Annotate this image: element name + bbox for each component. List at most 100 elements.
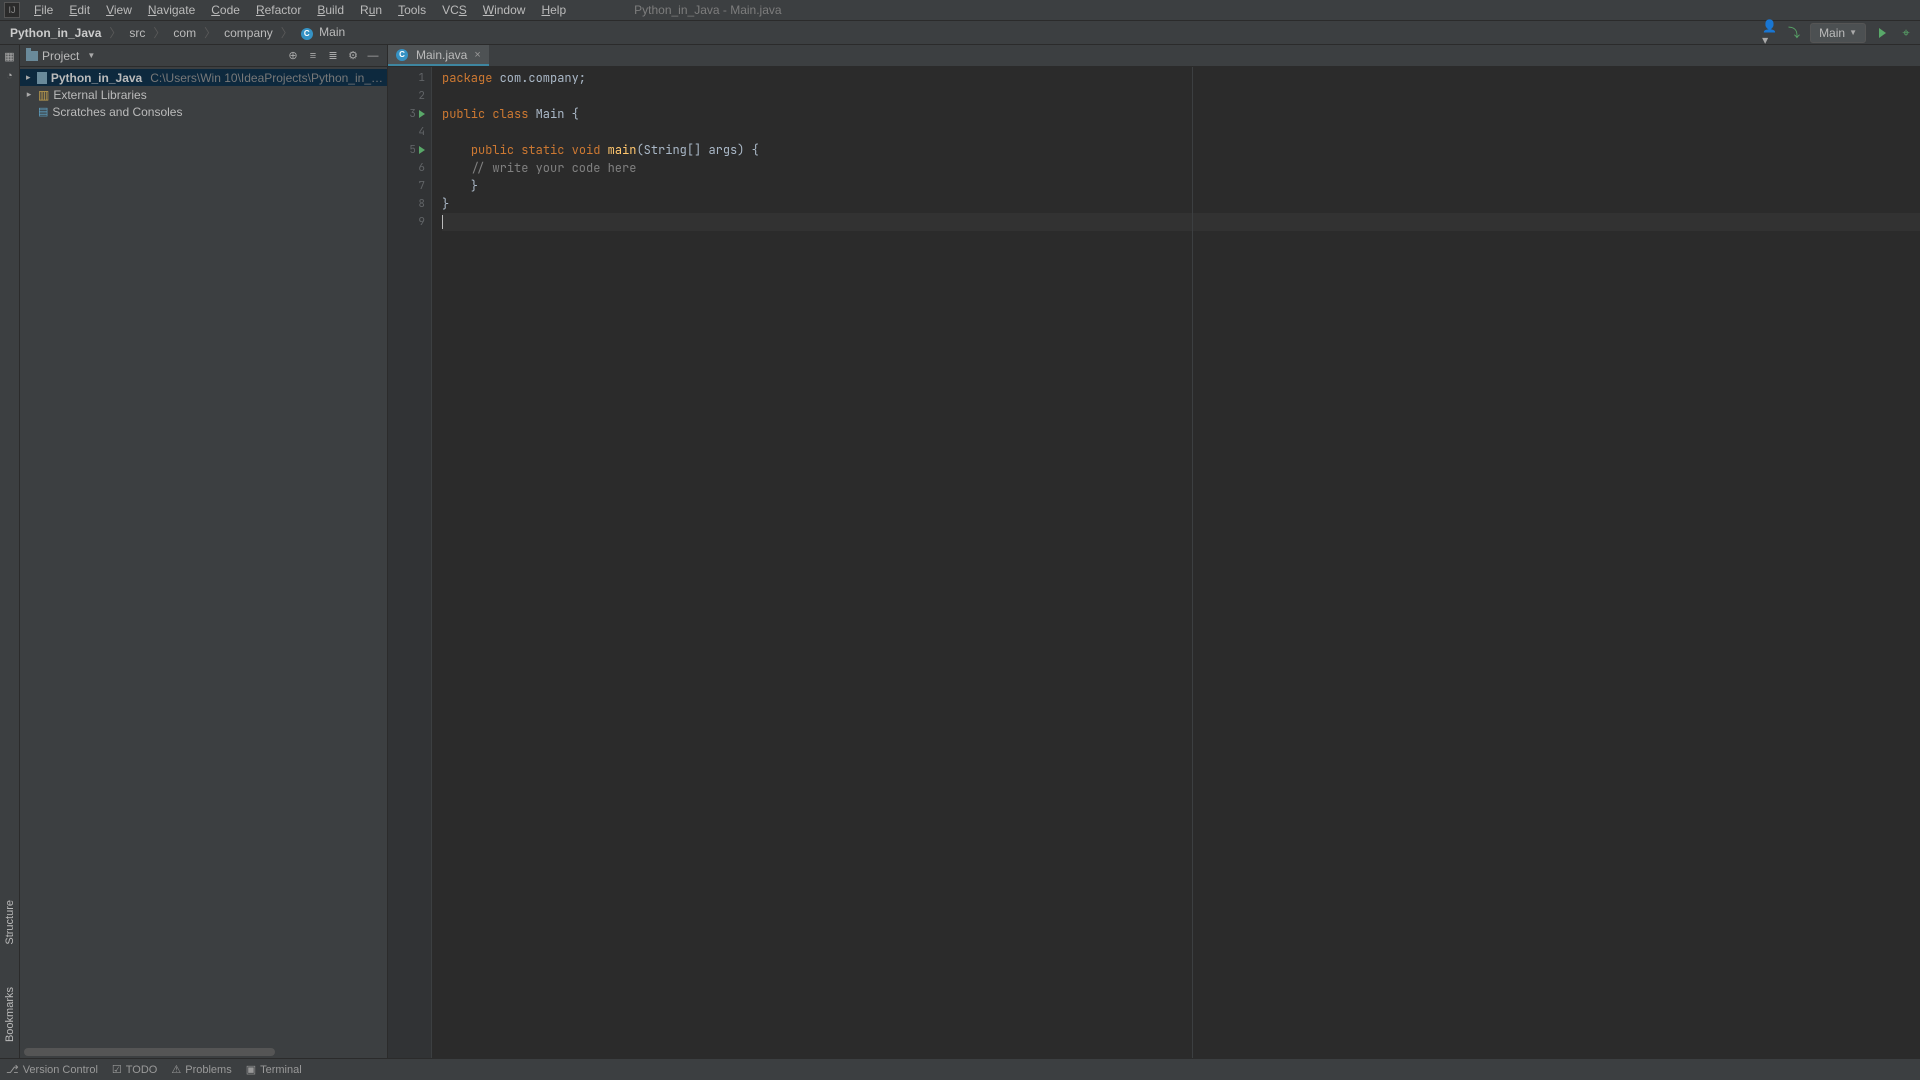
line-number: 1 <box>418 71 425 85</box>
breadcrumb-class-name: Main <box>319 25 345 39</box>
structure-tab[interactable]: Structure <box>2 894 18 951</box>
line-number: 9 <box>418 215 425 229</box>
tree-root[interactable]: ▸ Python_in_Java C:\Users\Win 10\IdeaPro… <box>20 69 387 86</box>
commit-stripe-icon[interactable]: ◔ <box>3 69 17 83</box>
app-logo-icon: IJ <box>4 2 20 18</box>
scratch-icon: ▤ <box>38 105 48 118</box>
line-number: 4 <box>418 125 425 139</box>
bottom-problems[interactable]: ⚠Problems <box>171 1063 231 1076</box>
menu-vcs[interactable]: VCS <box>434 1 475 19</box>
class-icon: C <box>396 49 408 61</box>
line-number: 3 <box>409 107 416 121</box>
menu-tools[interactable]: Tools <box>390 1 434 19</box>
code-token: public class <box>442 106 536 122</box>
menu-view[interactable]: View <box>98 1 140 19</box>
breadcrumb-com[interactable]: com <box>169 24 200 42</box>
build-icon[interactable]: ⤵ <box>1786 25 1802 41</box>
scrollbar-thumb[interactable] <box>24 1048 275 1056</box>
locate-icon[interactable]: ⊕ <box>285 48 301 64</box>
debug-button[interactable]: ⌖ <box>1898 25 1914 41</box>
chevron-down-icon[interactable]: ▼ <box>87 51 95 60</box>
code-token: package <box>442 70 500 86</box>
menu-window[interactable]: Window <box>475 1 534 19</box>
tree-scratches-label: Scratches and Consoles <box>52 105 182 119</box>
bottom-todo-label: TODO <box>126 1064 158 1076</box>
project-tree[interactable]: ▸ Python_in_Java C:\Users\Win 10\IdeaPro… <box>20 67 387 1058</box>
project-tool-window: Project ▼ ⊕ ≡ ≣ ⚙ — ▸ Python_in_Java C:\… <box>20 45 388 1058</box>
code-token: { <box>564 106 578 122</box>
breadcrumb-src[interactable]: src <box>125 24 149 42</box>
menubar: IJ File Edit View Navigate Code Refactor… <box>0 0 1920 21</box>
code-token: // write your code here <box>442 160 636 176</box>
library-icon: ▥ <box>38 88 49 102</box>
bookmarks-tab[interactable]: Bookmarks <box>2 981 18 1048</box>
collapse-all-icon[interactable]: ≣ <box>325 48 341 64</box>
bottom-version-control[interactable]: ⎇Version Control <box>6 1063 98 1076</box>
tree-root-name: Python_in_Java <box>51 71 142 85</box>
code-token: public static void <box>471 142 608 158</box>
run-config-selector[interactable]: Main ▼ <box>1810 23 1866 43</box>
expand-arrow-icon[interactable]: ▸ <box>24 72 33 83</box>
run-button[interactable] <box>1874 25 1890 41</box>
menu-file[interactable]: File <box>26 1 61 19</box>
menu-refactor[interactable]: Refactor <box>248 1 309 19</box>
tree-root-path: C:\Users\Win 10\IdeaProjects\Python_in_… <box>150 71 383 85</box>
hide-icon[interactable]: — <box>365 48 381 64</box>
code-content[interactable]: package com.company; public class Main {… <box>432 67 1920 1058</box>
bottom-todo[interactable]: ☑ TODO <box>112 1063 157 1076</box>
problems-icon: ⚠ <box>171 1063 181 1076</box>
menu-run[interactable]: Run <box>352 1 390 19</box>
bottom-terminal[interactable]: ▣Terminal <box>246 1063 302 1076</box>
menu-build[interactable]: Build <box>309 1 352 19</box>
code-token: (String[] args) { <box>636 142 758 158</box>
module-icon <box>37 72 47 84</box>
todo-icon: ☑ <box>112 1063 122 1076</box>
tree-scratches[interactable]: ▤ Scratches and Consoles <box>20 103 387 120</box>
code-token: } <box>442 178 478 194</box>
editor-gutter[interactable]: 1 2 3 4 5 6 7 8 9 <box>388 67 432 1058</box>
breadcrumb-sep: 〉 <box>204 24 216 41</box>
breadcrumb-sep: 〉 <box>153 24 165 41</box>
line-number: 6 <box>418 161 425 175</box>
settings-icon[interactable]: ⚙ <box>345 48 361 64</box>
project-stripe-icon[interactable]: ▦ <box>3 49 17 63</box>
tree-libs-label: External Libraries <box>53 88 146 102</box>
breadcrumb-company[interactable]: company <box>220 24 277 42</box>
project-tool-title[interactable]: Project <box>42 49 79 63</box>
run-gutter-icon[interactable] <box>419 110 425 118</box>
tree-horizontal-scrollbar[interactable] <box>24 1048 383 1056</box>
code-token <box>442 142 471 158</box>
expand-all-icon[interactable]: ≡ <box>305 48 321 64</box>
navbar: Python_in_Java 〉 src 〉 com 〉 company 〉 C… <box>0 21 1920 45</box>
breadcrumb: Python_in_Java 〉 src 〉 com 〉 company 〉 C… <box>6 23 349 42</box>
bottom-vc-label: Version Control <box>23 1064 98 1076</box>
terminal-icon: ▣ <box>246 1063 256 1076</box>
file-tab-main[interactable]: C Main.java × <box>388 45 489 66</box>
run-config-name: Main <box>1819 26 1845 40</box>
text-caret <box>442 215 443 229</box>
run-gutter-icon[interactable] <box>419 146 425 154</box>
tree-libs[interactable]: ▸ ▥ External Libraries <box>20 86 387 103</box>
run-toolbar: 👤▾ ⤵ Main ▼ ⌖ <box>1762 23 1914 43</box>
menu-code[interactable]: Code <box>203 1 248 19</box>
menu-help[interactable]: Help <box>533 1 574 19</box>
class-icon: C <box>301 28 313 40</box>
close-icon[interactable]: × <box>474 49 480 61</box>
chevron-down-icon: ▼ <box>1849 28 1857 37</box>
code-editor[interactable]: 1 2 3 4 5 6 7 8 9 package com.company; p… <box>388 67 1920 1058</box>
window-title: Python_in_Java - Main.java <box>634 3 781 17</box>
breadcrumb-class[interactable]: C Main <box>297 23 349 42</box>
editor-area: C Main.java × 1 2 3 4 5 6 7 8 9 package … <box>388 45 1920 1058</box>
menu-edit[interactable]: Edit <box>61 1 98 19</box>
right-margin-line <box>1192 67 1193 1058</box>
code-token: } <box>442 196 449 212</box>
bottom-stripe: ⎇Version Control ☑ TODO ⚠Problems ▣Termin… <box>0 1058 1920 1080</box>
code-token: Main <box>536 106 565 122</box>
add-config-icon[interactable]: 👤▾ <box>1762 25 1778 41</box>
breadcrumb-project[interactable]: Python_in_Java <box>6 24 105 42</box>
line-number: 7 <box>418 179 425 193</box>
expand-arrow-icon[interactable]: ▸ <box>24 89 34 100</box>
menu-file-rest: ile <box>41 3 53 17</box>
line-number: 2 <box>418 89 425 103</box>
menu-navigate[interactable]: Navigate <box>140 1 203 19</box>
